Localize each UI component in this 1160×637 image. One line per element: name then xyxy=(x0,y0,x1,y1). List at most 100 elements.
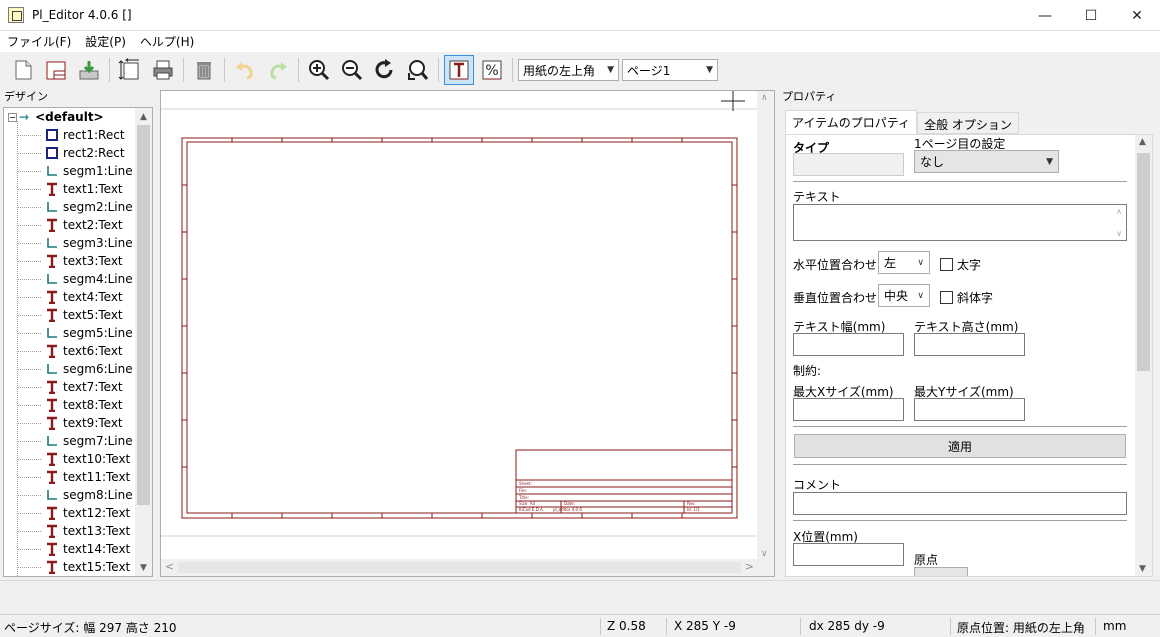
scroll-thumb[interactable] xyxy=(1137,153,1150,371)
maximize-button[interactable]: ☐ xyxy=(1068,0,1114,31)
tree-scrollbar[interactable]: ▲ ▼ xyxy=(135,108,152,576)
scroll-thumb[interactable] xyxy=(137,125,150,505)
properties-scrollbar[interactable]: ▲ ▼ xyxy=(1135,135,1152,576)
text-item-icon xyxy=(45,380,59,394)
tree-item[interactable]: segm8:Line xyxy=(4,486,137,504)
tree-item[interactable]: text8:Text xyxy=(4,396,137,414)
minimize-button[interactable]: — xyxy=(1022,0,1068,31)
design-tree[interactable]: − → <default> rect1:Rect rect2:Rect segm1:… xyxy=(3,107,153,577)
page-select[interactable]: ページ1 ▼ xyxy=(622,59,718,81)
tree-item-label: segm7:Line xyxy=(63,434,133,448)
close-button[interactable]: ✕ xyxy=(1114,0,1160,31)
page-settings-button[interactable] xyxy=(115,55,145,85)
comment-input[interactable] xyxy=(793,492,1127,515)
menu-settings[interactable]: 設定(P) xyxy=(78,33,133,50)
tree-item[interactable]: text4:Text xyxy=(4,288,137,306)
scroll-up-icon[interactable]: ∧ xyxy=(1116,207,1122,216)
tree-item[interactable]: segm4:Line xyxy=(4,270,137,288)
scroll-left-icon[interactable]: < xyxy=(165,560,174,573)
zoom-fit-button[interactable] xyxy=(403,55,433,85)
text-mode-icon xyxy=(449,60,469,80)
text-item-icon xyxy=(45,308,59,322)
text-width-input[interactable] xyxy=(793,333,904,356)
bold-checkbox[interactable]: 太字 xyxy=(940,256,981,273)
redo-button[interactable] xyxy=(263,55,293,85)
tree-item[interactable]: text2:Text xyxy=(4,216,137,234)
tree-item[interactable]: rect2:Rect xyxy=(4,144,137,162)
canvas-vertical-scrollbar[interactable]: ∧ ∨ xyxy=(757,91,774,561)
tree-item[interactable]: text5:Text xyxy=(4,306,137,324)
tree-item[interactable]: text10:Text xyxy=(4,450,137,468)
italic-checkbox[interactable]: 斜体字 xyxy=(940,289,993,306)
menu-help[interactable]: ヘルプ(H) xyxy=(133,33,201,50)
tree-item[interactable]: text3:Text xyxy=(4,252,137,270)
checkbox-box[interactable] xyxy=(940,291,953,304)
first-page-select[interactable]: なし ▼ xyxy=(914,150,1059,173)
design-panel-title: デザイン xyxy=(0,88,157,105)
delete-button[interactable] xyxy=(189,55,219,85)
scroll-right-icon[interactable]: > xyxy=(745,560,754,573)
comment-label: コメント xyxy=(793,478,842,492)
tab-general-options[interactable]: 全般 オプション xyxy=(917,112,1019,134)
show-format-button[interactable]: % xyxy=(477,55,507,85)
text-input[interactable]: ∧ ∨ xyxy=(793,204,1127,241)
undo-button[interactable] xyxy=(230,55,260,85)
tree-root[interactable]: − → <default> xyxy=(4,108,137,126)
tree-item[interactable]: segm5:Line xyxy=(4,324,137,342)
origin-position-select[interactable] xyxy=(914,567,968,576)
tree-item-label: segm3:Line xyxy=(63,236,133,250)
menu-file[interactable]: ファイル(F) xyxy=(0,33,78,50)
tree-item[interactable]: segm7:Line xyxy=(4,432,137,450)
tree-item[interactable]: text15:Text xyxy=(4,558,137,576)
tree-item[interactable]: segm1:Line xyxy=(4,162,137,180)
new-file-button[interactable] xyxy=(8,55,38,85)
drawing-canvas[interactable]: Sheet: File: Title: Size: A4 Date: Rev: … xyxy=(160,90,775,577)
tree-guide-line xyxy=(17,297,41,298)
tree-item[interactable]: text11:Text xyxy=(4,468,137,486)
canvas-horizontal-scrollbar[interactable]: < > xyxy=(161,559,758,576)
tb-rev-label: Rev: xyxy=(687,501,696,506)
zoom-in-button[interactable] xyxy=(304,55,334,85)
load-button[interactable] xyxy=(74,55,104,85)
scroll-thumb[interactable] xyxy=(178,562,741,573)
print-button[interactable] xyxy=(148,55,178,85)
tree-item[interactable]: text9:Text xyxy=(4,414,137,432)
tree-item-label: text14:Text xyxy=(63,542,131,556)
max-x-input[interactable] xyxy=(793,398,904,421)
scroll-up-icon[interactable]: ▲ xyxy=(1139,137,1146,147)
open-template-button[interactable] xyxy=(41,55,71,85)
tree-item[interactable]: rect1:Rect xyxy=(4,126,137,144)
scroll-down-icon[interactable]: ▼ xyxy=(135,559,152,576)
redraw-button[interactable] xyxy=(370,55,400,85)
show-text-button[interactable] xyxy=(444,55,474,85)
text-height-input[interactable] xyxy=(914,333,1025,356)
apply-button[interactable]: 適用 xyxy=(794,434,1126,458)
x-position-input[interactable] xyxy=(793,543,904,566)
scroll-down-icon[interactable]: ∨ xyxy=(761,549,768,559)
tree-item[interactable]: text6:Text xyxy=(4,342,137,360)
status-origin: 原点位置: 用紙の左上角 xyxy=(957,621,1085,635)
collapse-icon[interactable]: − xyxy=(8,112,17,122)
scroll-down-icon[interactable]: ∨ xyxy=(1116,229,1122,238)
origin-select[interactable]: 用紙の左上角 ▼ xyxy=(518,59,619,81)
tree-guide-line xyxy=(17,513,41,514)
halign-select[interactable]: 左 ∨ xyxy=(878,251,930,274)
scroll-down-icon[interactable]: ▼ xyxy=(1139,564,1146,574)
tree-item[interactable]: segm3:Line xyxy=(4,234,137,252)
toolbar: % 用紙の左上角 ▼ ページ1 ▼ xyxy=(0,52,1160,88)
tree-item[interactable]: text1:Text xyxy=(4,180,137,198)
checkbox-box[interactable] xyxy=(940,258,953,271)
zoom-out-button[interactable] xyxy=(337,55,367,85)
toolbar-separator xyxy=(109,58,110,82)
tree-item[interactable]: segm6:Line xyxy=(4,360,137,378)
tree-item[interactable]: text12:Text xyxy=(4,504,137,522)
tree-item[interactable]: text13:Text xyxy=(4,522,137,540)
tab-item-properties[interactable]: アイテムのプロパティ xyxy=(785,110,918,134)
valign-select[interactable]: 中央 ∨ xyxy=(878,284,930,307)
scroll-up-icon[interactable]: ▲ xyxy=(135,108,152,125)
tree-item[interactable]: text7:Text xyxy=(4,378,137,396)
max-y-input[interactable] xyxy=(914,398,1025,421)
scroll-up-icon[interactable]: ∧ xyxy=(761,93,768,103)
tree-item[interactable]: segm2:Line xyxy=(4,198,137,216)
tree-item[interactable]: text14:Text xyxy=(4,540,137,558)
